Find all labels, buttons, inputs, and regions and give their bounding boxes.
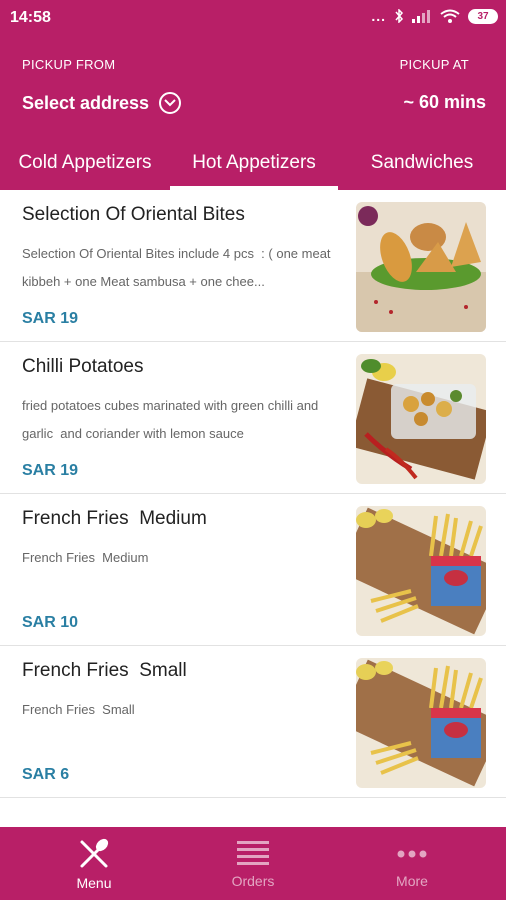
fork-spoon-icon [80,838,109,867]
nav-menu-label: Menu [76,874,112,891]
signal-icon [412,10,430,23]
status-time: 14:58 [10,9,51,26]
item-price: SAR 10 [22,614,79,631]
list-item[interactable]: Selection Of Oriental Bites Selection Of… [0,190,506,342]
category-tabs: Cold Appetizers Hot Appetizers Sandwiche… [0,136,506,190]
item-price: SAR 19 [22,310,79,327]
list-item[interactable]: Chilli Potatoes fried potatoes cubes mar… [0,342,506,494]
oriental-bites-image [356,202,486,332]
item-name: French Fries Medium [22,508,207,529]
list-item[interactable]: French Fries Small French Fries Small SA… [0,646,506,798]
status-bar: 14:58 ... 37 [0,0,506,36]
pickup-time: ~ 60 mins [403,92,486,112]
wifi-icon [440,9,460,23]
select-address-label: Select address [22,92,150,113]
french-fries-small-image [356,658,486,788]
item-price: SAR 19 [22,462,79,479]
item-name: French Fries Small [22,660,187,681]
pickup-at-label: PICKUP AT [399,57,469,72]
tab-hot-appetizers[interactable]: Hot Appetizers [170,136,338,190]
item-description: fried potatoes cubes marinated with gree… [22,398,322,441]
tab-cold-appetizers[interactable]: Cold Appetizers [0,136,170,190]
battery-icon: 37 [468,8,498,24]
item-price: SAR 6 [22,766,70,783]
item-description: Selection Of Oriental Bites include 4 pc… [22,246,335,289]
status-icons: ... 37 [371,8,498,24]
list-icon [237,840,269,865]
pickup-from-label: PICKUP FROM [22,57,116,72]
nav-orders[interactable]: Orders [169,827,337,900]
item-name: Selection Of Oriental Bites [22,204,245,225]
item-description: French Fries Small [22,702,135,717]
tab-sandwiches[interactable]: Sandwiches [338,136,506,190]
chevron-down-icon [159,92,182,114]
bottom-nav: Menu Orders More [0,827,506,900]
chilli-potatoes-image [356,354,486,484]
nav-more[interactable]: More [328,827,496,900]
nav-menu[interactable]: Menu [10,827,178,900]
select-address-button[interactable]: Select address [22,92,182,114]
nav-orders-label: Orders [231,872,275,889]
list-item[interactable]: French Fries Medium French Fries Medium … [0,494,506,646]
app-header: 14:58 ... 37 PICKUP FROM PICKUP AT Selec… [0,0,506,190]
french-fries-medium-image [356,506,486,636]
bluetooth-icon [395,9,404,23]
item-description: French Fries Medium [22,550,149,565]
menu-list: Selection Of Oriental Bites Selection Of… [0,190,506,827]
notification-dots: ... [371,8,386,24]
nav-more-label: More [396,872,428,889]
more-dots-icon [397,850,427,857]
item-name: Chilli Potatoes [22,356,144,377]
